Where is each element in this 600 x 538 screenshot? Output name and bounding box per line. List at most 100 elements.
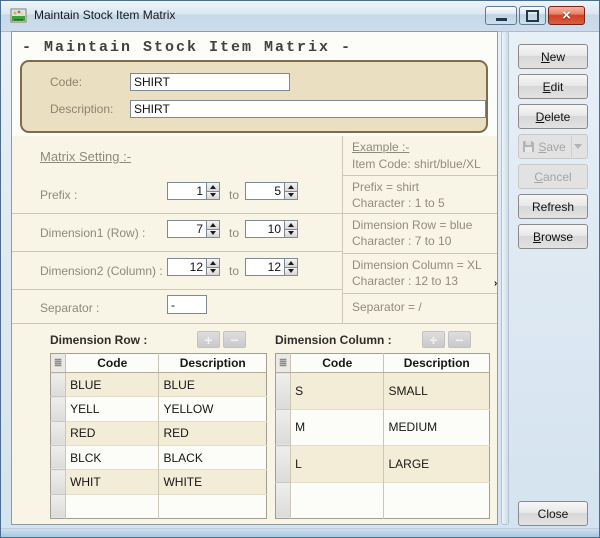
spin-up-button[interactable] <box>285 182 298 192</box>
grid-cell[interactable]: WHITE <box>159 470 267 494</box>
separator-label: Separator : <box>40 301 99 315</box>
row-selector[interactable] <box>51 397 66 421</box>
table-row: BLUEBLUE <box>51 373 267 397</box>
panel-splitter[interactable]: › <box>501 31 509 525</box>
table-row: YELLYELLOW <box>51 397 267 421</box>
dimension-row-remove-button[interactable]: − <box>223 331 246 348</box>
column-header[interactable]: Code <box>66 354 159 373</box>
grid-cell[interactable]: MEDIUM <box>384 409 490 446</box>
spin-down-button[interactable] <box>285 268 298 277</box>
row-selector[interactable] <box>51 421 66 445</box>
table-row: BLCKBLACK <box>51 445 267 469</box>
column-header[interactable]: Description <box>159 354 267 373</box>
down-arrow-icon <box>288 231 294 235</box>
example-dimcol-line1: Dimension Column = XL <box>352 258 482 272</box>
table-row: MMEDIUM <box>276 409 490 446</box>
dimension1-to-input[interactable] <box>245 220 285 238</box>
prefix-from-input[interactable] <box>167 182 207 200</box>
grid-cell[interactable]: RED <box>66 421 159 445</box>
grid-cell[interactable]: S <box>291 373 384 410</box>
minimize-icon <box>496 18 507 21</box>
row-selector[interactable] <box>276 373 291 410</box>
window-bottom-edge <box>1 528 600 538</box>
dimension-column-table: ≣CodeDescriptionSSMALLMMEDIUMLLARGE <box>275 353 490 519</box>
browse-button[interactable]: Browse <box>518 224 588 249</box>
grid-cell[interactable]: BLUE <box>66 373 159 397</box>
spin-up-button[interactable] <box>207 182 220 192</box>
grid-cell[interactable]: BLCK <box>66 445 159 469</box>
row-selector[interactable] <box>276 409 291 446</box>
matrix-setting-section: Matrix Setting :- Prefix : to Dimension1… <box>12 136 497 324</box>
dimension1-from-spinner <box>167 220 220 238</box>
grid-cell[interactable]: M <box>291 409 384 446</box>
code-input[interactable] <box>130 73 290 91</box>
spin-up-button[interactable] <box>207 220 220 230</box>
dimension2-from-input[interactable] <box>167 258 207 276</box>
button-label: Delete <box>536 110 571 124</box>
refresh-button[interactable]: Refresh <box>518 194 588 219</box>
up-arrow-icon <box>210 223 216 227</box>
up-arrow-icon <box>210 261 216 265</box>
spin-down-button[interactable] <box>207 192 220 201</box>
description-input[interactable] <box>130 100 486 118</box>
separator-input[interactable] <box>167 295 207 314</box>
spin-down-button[interactable] <box>207 268 220 277</box>
example-dimrow-line1: Dimension Row = blue <box>352 218 472 232</box>
grid-cell[interactable]: LARGE <box>384 446 490 483</box>
grid-cell[interactable]: SMALL <box>384 373 490 410</box>
spin-down-button[interactable] <box>285 230 298 239</box>
save-button: Save <box>518 134 588 159</box>
column-header[interactable]: Code <box>291 354 384 373</box>
grid-cell[interactable]: BLUE <box>159 373 267 397</box>
dimension1-label: Dimension1 (Row) : <box>40 226 145 240</box>
spin-down-button[interactable] <box>207 230 220 239</box>
prefix-to-input[interactable] <box>245 182 285 200</box>
column-header[interactable]: Description <box>384 354 490 373</box>
dimension1-from-input[interactable] <box>167 220 207 238</box>
example-heading: Example :- <box>352 140 409 154</box>
row-selector[interactable] <box>276 446 291 483</box>
edit-button[interactable]: Edit <box>518 74 588 99</box>
button-label: New <box>541 50 565 64</box>
grid-empty-area <box>51 494 267 518</box>
dimension-row-grid-label: Dimension Row : <box>50 333 147 347</box>
grid-cell[interactable]: BLACK <box>159 445 267 469</box>
dimension-column-remove-button[interactable]: − <box>448 331 471 348</box>
new-button[interactable]: New <box>518 44 588 69</box>
button-label: Browse <box>533 230 573 244</box>
grid-corner-icon: ≣ <box>51 354 66 373</box>
grid-cell[interactable]: RED <box>159 421 267 445</box>
grid-cell[interactable]: L <box>291 446 384 483</box>
down-arrow-icon <box>210 269 216 273</box>
spin-up-button[interactable] <box>285 220 298 230</box>
close-window-button[interactable]: × <box>548 6 585 25</box>
title-bar[interactable]: Maintain Stock Item Matrix × <box>1 1 600 32</box>
row-selector[interactable] <box>51 470 66 494</box>
close-button[interactable]: Close <box>518 501 588 526</box>
dimension-column-add-button[interactable]: + <box>422 331 445 348</box>
dimension2-to-input[interactable] <box>245 258 285 276</box>
dimension-row-add-button[interactable]: + <box>197 331 220 348</box>
save-dropdown-arrow <box>571 136 584 157</box>
close-icon: × <box>562 8 571 23</box>
spin-up-button[interactable] <box>207 258 220 268</box>
example-prefix-line2: Character : 1 to 5 <box>352 196 445 210</box>
row-selector[interactable] <box>51 445 66 469</box>
maximize-button[interactable] <box>519 6 546 25</box>
down-arrow-icon <box>288 269 294 273</box>
down-arrow-icon <box>210 231 216 235</box>
grid-cell[interactable]: YELL <box>66 397 159 421</box>
item-groupbox: Code: Description: <box>20 60 488 133</box>
prefix-from-spinner <box>167 182 220 200</box>
spin-up-button[interactable] <box>285 258 298 268</box>
up-arrow-icon <box>288 185 294 189</box>
splitter-arrow-icon: › <box>494 278 497 289</box>
spin-down-button[interactable] <box>285 192 298 201</box>
delete-button[interactable]: Delete <box>518 104 588 129</box>
row-selector[interactable] <box>51 373 66 397</box>
grid-cell[interactable]: YELLOW <box>159 397 267 421</box>
prefix-to-spinner <box>245 182 298 200</box>
to-label: to <box>229 226 239 240</box>
grid-cell[interactable]: WHIT <box>66 470 159 494</box>
minimize-button[interactable] <box>485 6 517 25</box>
